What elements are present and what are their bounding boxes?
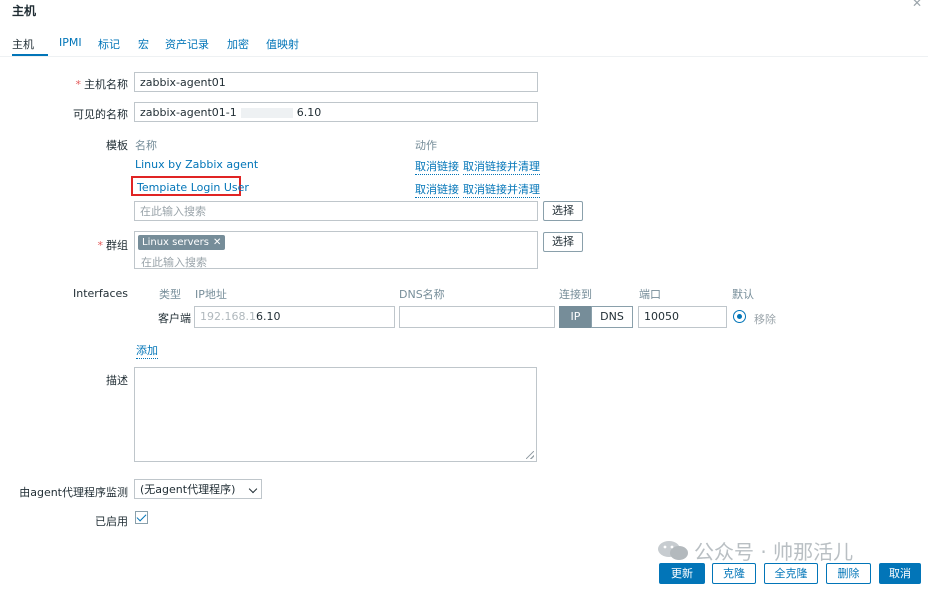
templates-col-action: 动作 xyxy=(415,139,437,152)
interfaces-col-dns: DNS名称 xyxy=(399,288,445,301)
templates-col-name: 名称 xyxy=(135,139,157,152)
templates-label: 模板 xyxy=(106,139,128,152)
template-unlink-linux[interactable]: 取消链接 xyxy=(415,158,459,175)
interface-ip-input[interactable]: 192.168.16.10 xyxy=(194,306,395,328)
groups-search-placeholder: 在此输入搜索 xyxy=(141,256,207,269)
template-unlink-clear-login-user[interactable]: 取消链接并清理 xyxy=(463,181,540,198)
redaction-mask xyxy=(240,108,293,118)
template-unlink-login-user[interactable]: 取消链接 xyxy=(415,181,459,198)
interface-port-input[interactable]: 10050 xyxy=(638,306,727,328)
template-link-linux[interactable]: Linux by Zabbix agent xyxy=(135,158,258,171)
interfaces-label: Interfaces xyxy=(73,287,128,300)
description-label: 描述 xyxy=(106,374,128,387)
tab-host[interactable]: 主机 xyxy=(12,36,34,52)
interface-ip-prefix: 192.168.1 xyxy=(200,310,256,323)
interfaces-col-type: 类型 xyxy=(159,288,181,301)
template-unlink-clear-linux[interactable]: 取消链接并清理 xyxy=(463,158,540,175)
visible-name-value: zabbix-agent01-1 xyxy=(140,106,237,119)
active-tab-indicator xyxy=(12,54,48,56)
proxy-select[interactable]: (无agent代理程序) xyxy=(134,479,262,499)
interface-dns-input[interactable] xyxy=(399,306,555,328)
template-select-button[interactable]: 选择 xyxy=(543,201,583,221)
connect-dns-toggle[interactable]: DNS xyxy=(591,306,633,328)
add-interface-link[interactable]: 添加 xyxy=(136,342,158,359)
full-clone-button[interactable]: 全克隆 xyxy=(764,563,818,584)
proxy-label: 由agent代理程序监测 xyxy=(19,486,128,499)
group-chip-linux-servers: Linux servers ✕ xyxy=(138,235,226,250)
clone-button[interactable]: 克隆 xyxy=(712,563,756,584)
groups-label: * 群组 xyxy=(97,239,129,252)
update-button[interactable]: 更新 xyxy=(659,563,705,584)
default-interface-radio[interactable] xyxy=(733,310,746,323)
interfaces-col-ip: IP地址 xyxy=(195,288,227,301)
interface-type-agent: 客户端 xyxy=(158,312,191,325)
wechat-icon xyxy=(658,541,688,560)
chevron-down-icon xyxy=(248,484,258,494)
visible-name-suffix: 6.10 xyxy=(296,106,322,119)
tab-encryption[interactable]: 加密 xyxy=(227,36,249,52)
tab-inventory[interactable]: 资产记录 xyxy=(165,36,209,52)
resize-grip-icon[interactable] xyxy=(526,451,534,459)
enabled-label: 已启用 xyxy=(95,515,128,528)
tab-tags[interactable]: 标记 xyxy=(98,36,120,52)
template-search-input[interactable]: 在此输入搜索 xyxy=(134,201,538,221)
chip-remove-icon[interactable]: ✕ xyxy=(213,237,221,248)
delete-button[interactable]: 删除 xyxy=(826,563,871,584)
host-name-input[interactable]: zabbix-agent01 xyxy=(134,72,538,92)
interface-remove-link[interactable]: 移除 xyxy=(754,311,776,327)
interfaces-col-connect: 连接到 xyxy=(559,288,592,301)
interfaces-col-port: 端口 xyxy=(639,288,661,301)
tab-ipmi[interactable]: IPMI xyxy=(59,36,82,49)
visible-name-input[interactable]: zabbix-agent01-1 6.10 xyxy=(134,102,538,122)
cancel-button[interactable]: 取消 xyxy=(879,563,921,584)
interface-ip-suffix: 6.10 xyxy=(255,310,281,323)
close-icon[interactable]: ✕ xyxy=(912,0,922,10)
tabs-divider xyxy=(0,56,928,57)
connect-ip-toggle[interactable]: IP xyxy=(559,306,592,328)
tab-value-mapping[interactable]: 值映射 xyxy=(266,36,299,52)
host-name-label: * 主机名称 xyxy=(75,78,129,91)
groups-multiselect[interactable]: Linux servers ✕ 在此输入搜索 xyxy=(134,231,538,269)
watermark-text: 公众号 · 帅那活儿 xyxy=(694,540,854,564)
description-textarea[interactable] xyxy=(134,367,537,462)
groups-select-button[interactable]: 选择 xyxy=(543,232,583,252)
dialog-title: 主机 xyxy=(12,4,37,18)
template-link-login-user[interactable]: Tempiate Login User xyxy=(137,181,249,194)
tab-macros[interactable]: 宏 xyxy=(138,36,149,52)
interfaces-col-default: 默认 xyxy=(732,288,754,301)
visible-name-label: 可见的名称 xyxy=(73,108,128,121)
enabled-checkbox[interactable] xyxy=(135,511,148,524)
